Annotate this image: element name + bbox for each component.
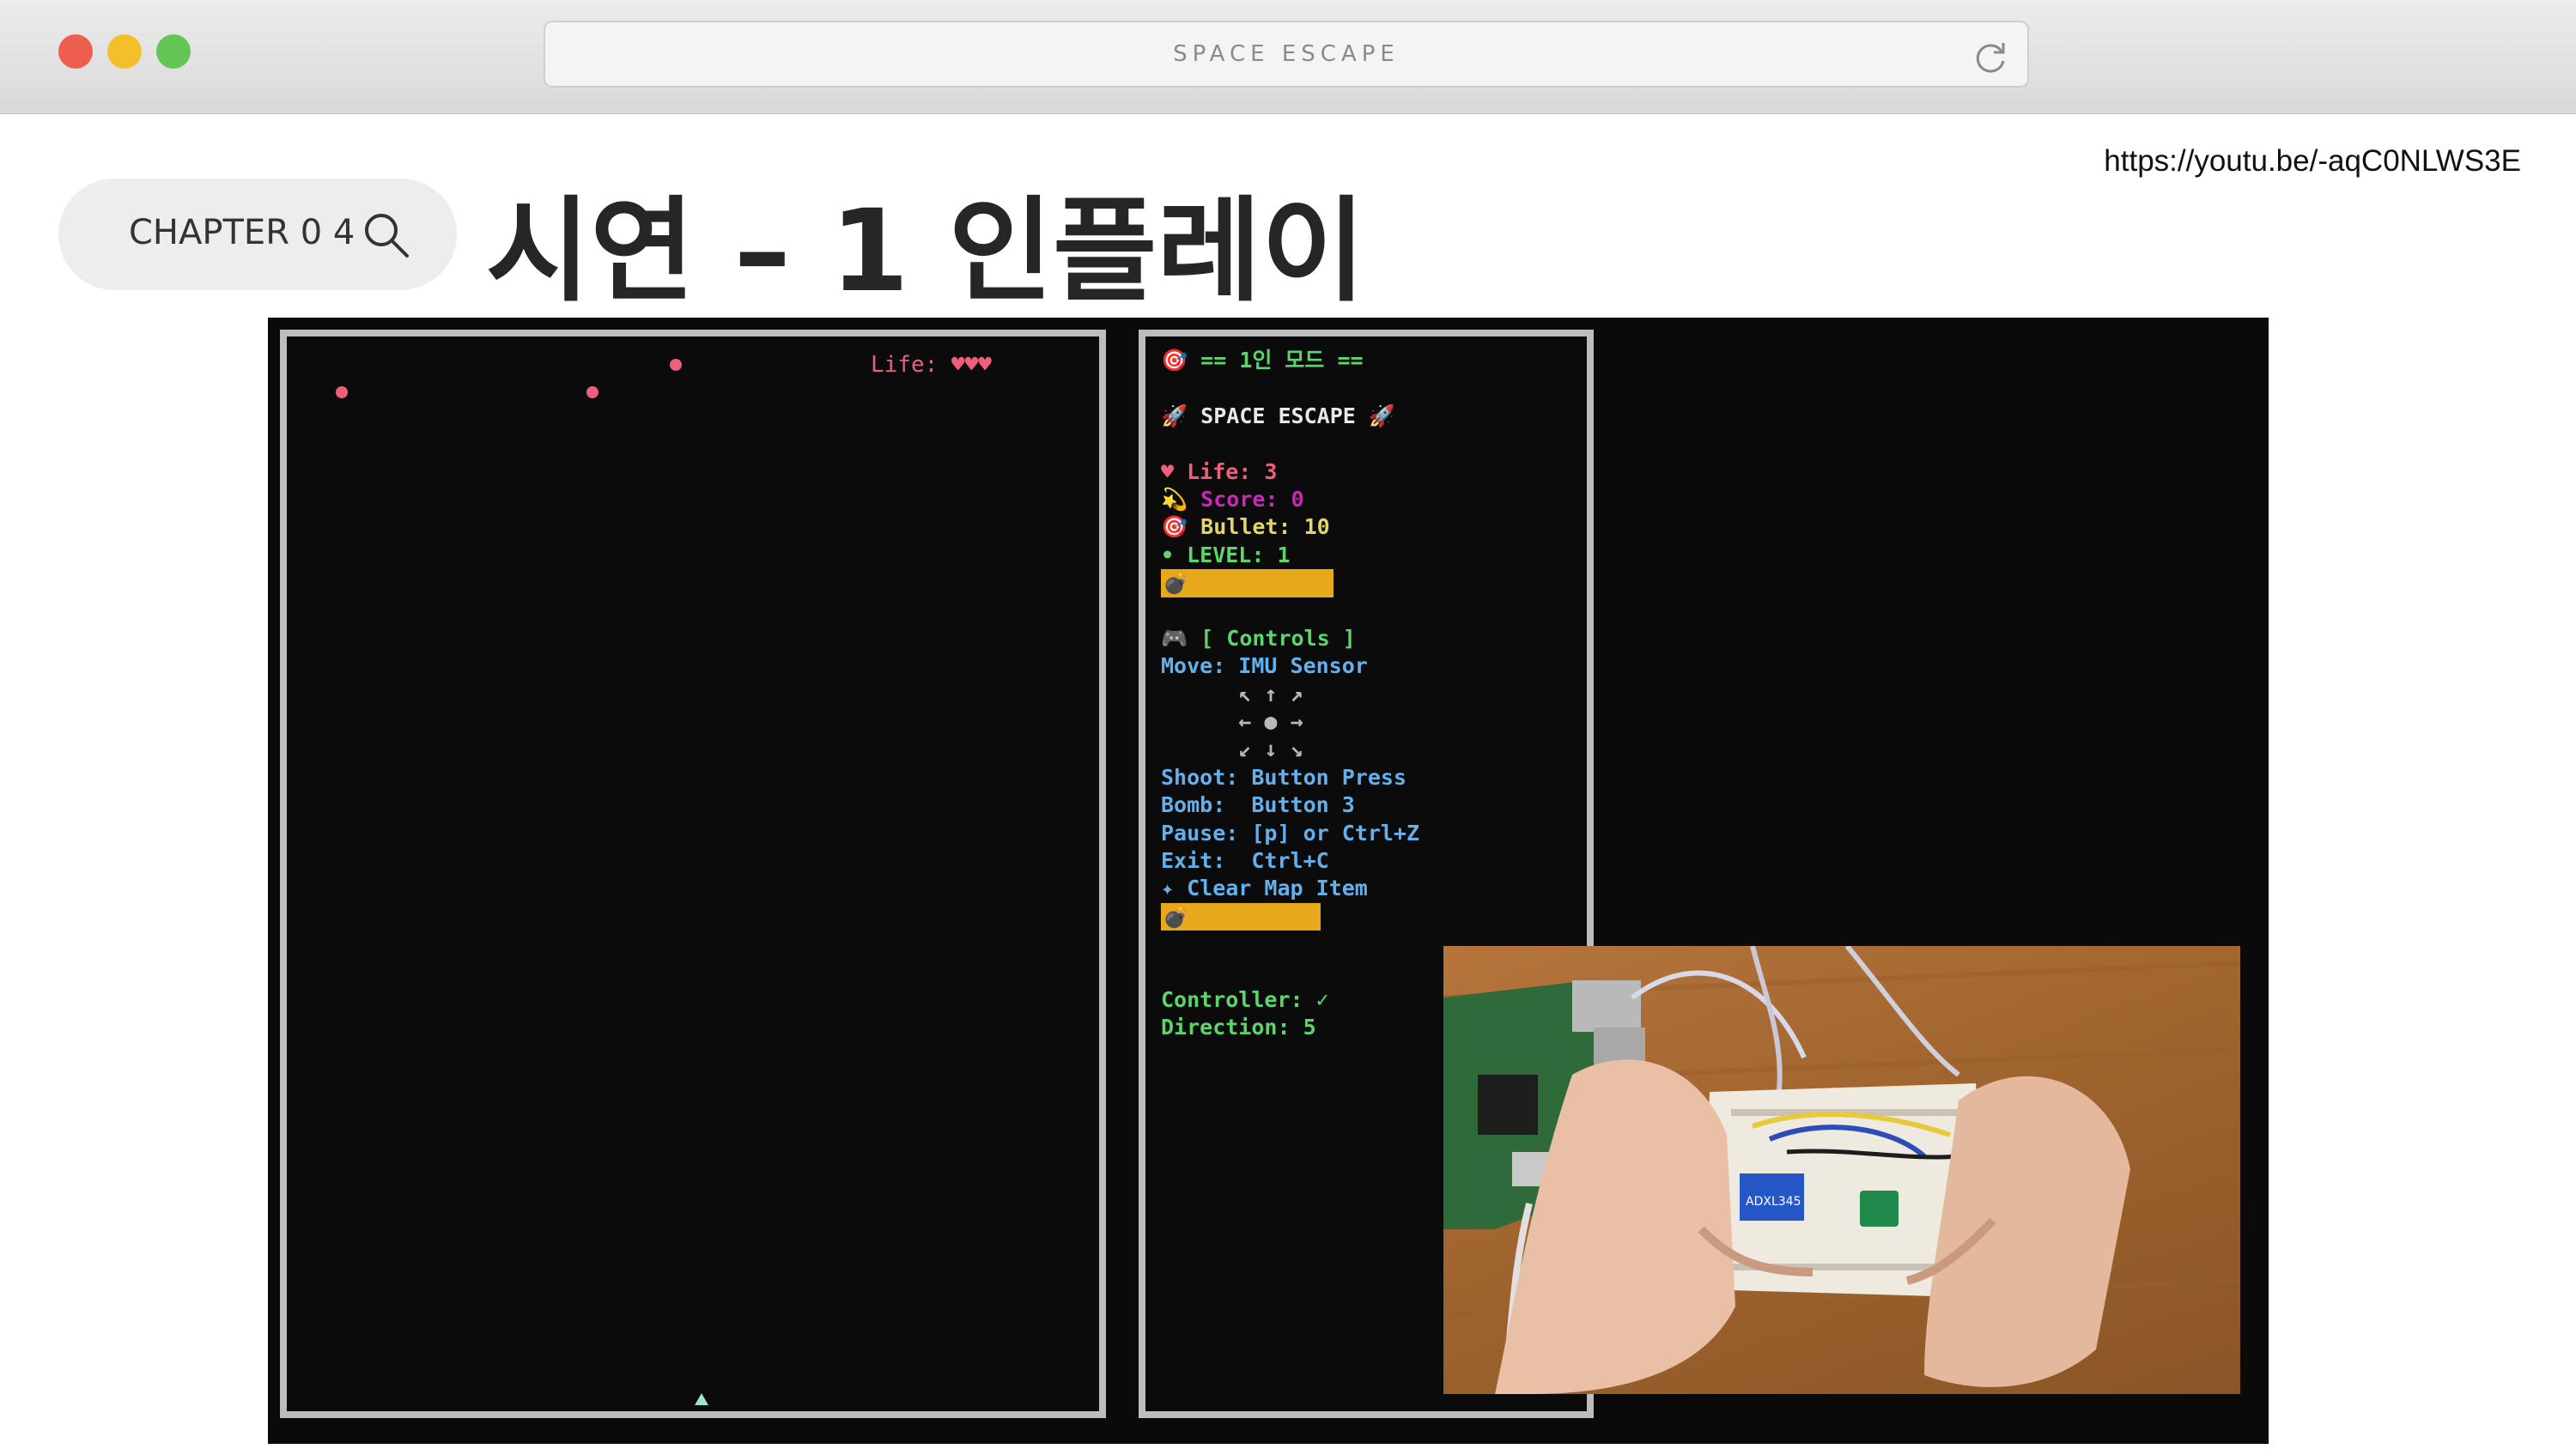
search-icon xyxy=(365,214,409,258)
direction-arrows-row: ↙ ↓ ↘ xyxy=(1161,737,1303,762)
camera-inset: ADXL345 xyxy=(1443,946,2240,1394)
mode-line: 🎯 == 1인 모드 == xyxy=(1161,348,1364,373)
page-title: 시연 – 1 인플레이 xyxy=(486,185,1366,318)
minimize-window-button[interactable] xyxy=(107,34,142,69)
chapter-badge: CHAPTER 0 4 xyxy=(58,179,457,290)
level-line: • LEVEL: 1 xyxy=(1161,542,1291,567)
direction-arrows-row: ↖ ↑ ↗ xyxy=(1161,681,1303,706)
enemy-dot xyxy=(336,386,348,398)
chapter-label: CHAPTER 0 4 xyxy=(129,213,355,252)
demo-video[interactable]: Life: ♥♥♥ 🎯 == 1인 모드 == 🚀 SPACE ESCAPE 🚀… xyxy=(268,318,2269,1444)
sensor-label: ADXL345 xyxy=(1746,1195,1801,1209)
score-line: 💫 Score: 0 xyxy=(1161,486,1304,512)
bullet-line: 🎯 Bullet: 10 xyxy=(1161,514,1330,540)
video-link[interactable]: https://youtu.be/-aqC0NLWS3E xyxy=(2104,144,2521,179)
maximize-window-button[interactable] xyxy=(156,34,191,69)
bomb-item-line: 💣 Bomb Item xyxy=(1161,902,1321,931)
life-line: ♥ Life: 3 xyxy=(1161,458,1278,484)
game-field: Life: ♥♥♥ xyxy=(280,330,1106,1418)
exit-line: Exit: Ctrl+C xyxy=(1161,848,1329,874)
hardware-photo: ADXL345 xyxy=(1443,946,2240,1394)
enemy-dot xyxy=(670,359,682,371)
move-line: Move: IMU Sensor xyxy=(1161,653,1368,679)
player-ship-icon xyxy=(695,1393,708,1405)
enemy-dot xyxy=(586,386,598,398)
window-titlebar: SPACE ESCAPE xyxy=(0,0,2576,114)
bomb-status-line: 💣 Bomb: NONE xyxy=(1161,569,1334,597)
direction-line: Direction: 5 xyxy=(1161,1015,1316,1040)
game-title-line: 🚀 SPACE ESCAPE 🚀 xyxy=(1161,403,1395,428)
direction-arrows-row: ← ● → xyxy=(1161,709,1303,735)
controller-line: Controller: ✓ xyxy=(1161,986,1329,1012)
window-title: SPACE ESCAPE xyxy=(1173,41,1400,67)
address-bar[interactable]: SPACE ESCAPE xyxy=(544,21,2029,88)
close-window-button[interactable] xyxy=(58,34,93,69)
pause-line: Pause: [p] or Ctrl+Z xyxy=(1161,820,1420,846)
clear-map-line: ✦ Clear Map Item xyxy=(1161,876,1368,901)
controls-header: 🎮 [ Controls ] xyxy=(1161,625,1356,651)
shoot-line: Shoot: Button Press xyxy=(1161,764,1406,790)
life-hud: Life: ♥♥♥ xyxy=(871,352,992,378)
reload-icon[interactable] xyxy=(1971,38,2010,77)
bomb-line: Bomb: Button 3 xyxy=(1161,792,1355,818)
